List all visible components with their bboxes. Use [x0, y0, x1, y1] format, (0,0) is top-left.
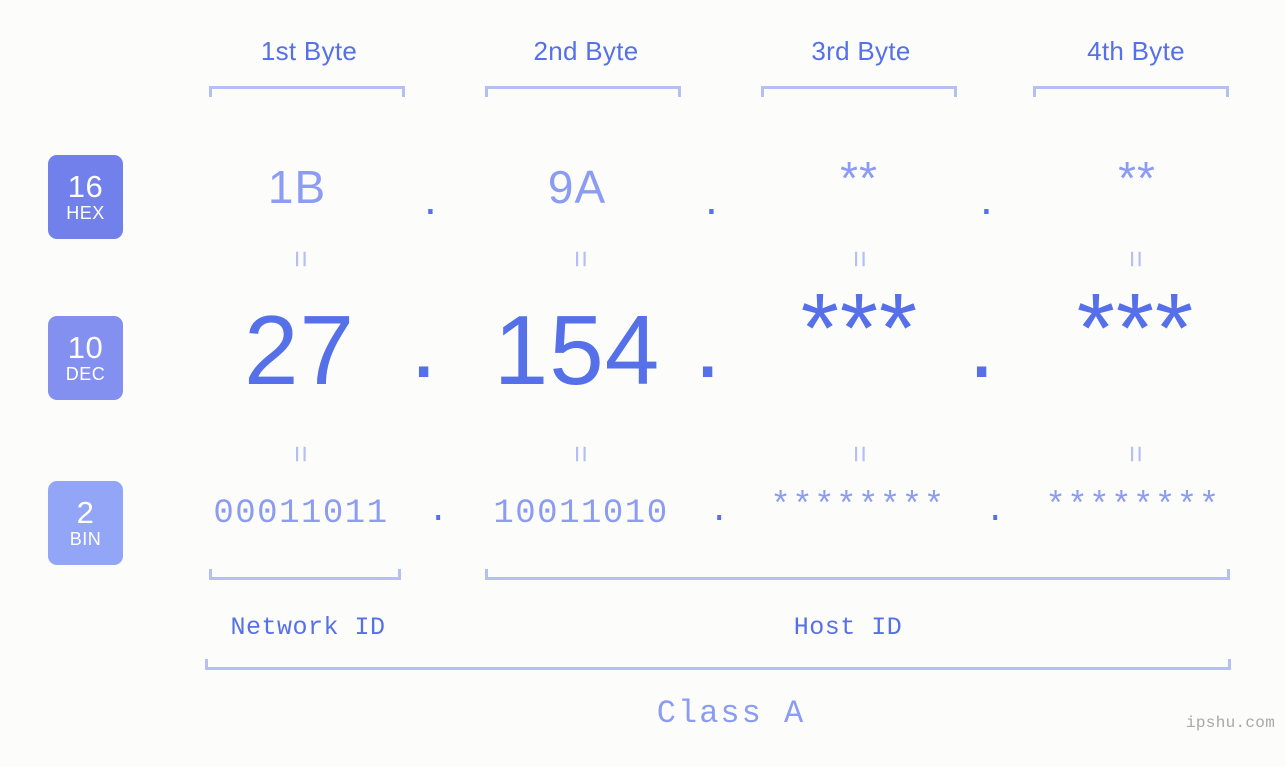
- dec-separator-3: .: [968, 288, 996, 398]
- hex-separator-2: .: [705, 172, 718, 224]
- byte-bracket-top-4: [1033, 86, 1229, 97]
- bin-separator-1: .: [428, 493, 449, 531]
- bin-byte-3: ********: [770, 488, 946, 526]
- host-id-bracket: [485, 569, 1230, 580]
- hex-separator-1: .: [424, 172, 437, 224]
- byte-bracket-top-1: [209, 86, 405, 97]
- byte-header-label-2: 2nd Byte: [533, 36, 639, 66]
- dec-byte-2: 154: [493, 295, 661, 405]
- ip-address-breakdown-diagram: 1st Byte 2nd Byte 3rd Byte 4th Byte 16 H…: [0, 0, 1285, 767]
- dec-byte-4: ***: [1076, 273, 1195, 383]
- hex-byte-3: **: [840, 152, 878, 204]
- bin-separator-3: .: [985, 493, 1006, 531]
- equals-connector-dec-bin-4: =: [1119, 445, 1152, 463]
- base-badge-hex-name: HEX: [66, 203, 105, 223]
- class-bracket: [205, 659, 1231, 670]
- dec-byte-1: 27: [243, 295, 355, 405]
- byte-header-label-4: 4th Byte: [1087, 36, 1185, 66]
- bin-separator-2: .: [709, 493, 730, 531]
- base-badge-dec: 10 DEC: [48, 316, 123, 400]
- base-badge-bin-number: 2: [76, 495, 95, 530]
- hex-byte-1: 1B: [267, 161, 327, 213]
- base-badge-bin: 2 BIN: [48, 481, 123, 565]
- dec-separator-2: .: [694, 288, 722, 398]
- bin-byte-1: 00011011: [213, 495, 389, 533]
- byte-header-label-1: 1st Byte: [260, 36, 358, 66]
- watermark: ipshu.com: [1186, 714, 1276, 732]
- byte-header-label-3: 3rd Byte: [811, 36, 911, 66]
- equals-connector-hex-dec-2: =: [564, 250, 597, 268]
- network-id-label: Network ID: [230, 613, 386, 642]
- dec-byte-3: ***: [800, 273, 919, 383]
- base-badge-bin-name: BIN: [69, 529, 102, 549]
- hex-byte-2: 9A: [547, 161, 607, 213]
- base-badge-hex: 16 HEX: [48, 155, 123, 239]
- hex-separator-3: .: [980, 172, 993, 224]
- class-label: Class A: [656, 695, 806, 732]
- bin-byte-2: 10011010: [493, 495, 669, 533]
- base-badge-dec-number: 10: [67, 330, 104, 365]
- equals-connector-dec-bin-3: =: [843, 445, 876, 463]
- network-id-bracket: [209, 569, 401, 580]
- byte-bracket-top-2: [485, 86, 681, 97]
- equals-connector-dec-bin-2: =: [564, 445, 597, 463]
- equals-connector-dec-bin-1: =: [284, 445, 317, 463]
- dec-separator-1: .: [410, 288, 438, 398]
- equals-connector-hex-dec-1: =: [284, 250, 317, 268]
- base-badge-dec-name: DEC: [65, 364, 106, 384]
- base-badge-hex-number: 16: [67, 169, 104, 204]
- bin-byte-4: ********: [1045, 488, 1221, 526]
- hex-byte-4: **: [1118, 152, 1156, 204]
- byte-bracket-top-3: [761, 86, 957, 97]
- host-id-label: Host ID: [793, 613, 903, 642]
